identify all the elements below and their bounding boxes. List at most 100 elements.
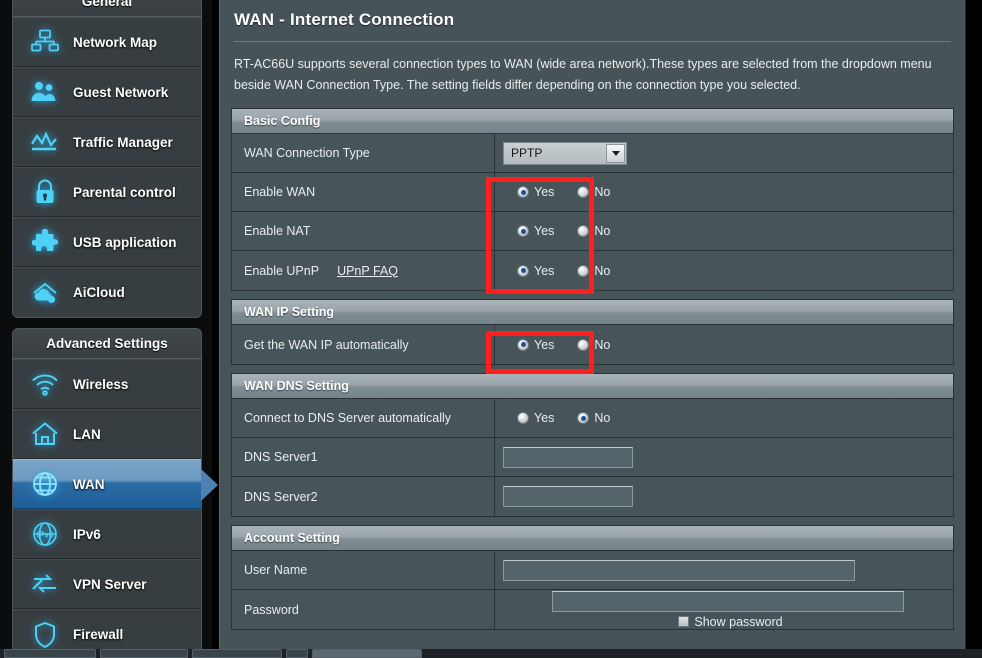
sidebar-group-advanced-title: Advanced Settings	[13, 329, 201, 359]
wan-connection-type-value: PPTP	[511, 146, 543, 160]
upnp-faq-link[interactable]: UPnP FAQ	[337, 264, 398, 278]
sidebar-item-label: Traffic Manager	[73, 134, 173, 150]
taskbar-button[interactable]	[100, 649, 188, 658]
main-content: WAN - Internet Connection RT-AC66U suppo…	[219, 0, 966, 658]
enable-nat-yes-radio[interactable]: Yes	[512, 224, 554, 238]
ipv6-icon: IPv6	[25, 514, 65, 554]
row-dns-server2: DNS Server2	[232, 477, 953, 516]
row-label: Password	[232, 590, 495, 629]
wan-connection-type-select[interactable]: PPTP	[503, 141, 627, 165]
sidebar-item-aicloud[interactable]: AiCloud	[13, 267, 201, 317]
radio-label: Yes	[534, 411, 555, 425]
row-dns-server1: DNS Server1	[232, 438, 953, 477]
vpn-server-icon	[25, 564, 65, 604]
svg-text:IPv6: IPv6	[37, 531, 54, 540]
chevron-down-icon[interactable]	[606, 143, 625, 163]
row-label: Enable WAN	[232, 173, 495, 211]
wireless-icon	[25, 364, 65, 404]
row-user-name: User Name	[232, 551, 953, 590]
sidebar-item-label: VPN Server	[73, 576, 147, 592]
sidebar-item-label: USB application	[73, 234, 177, 250]
section-heading: WAN DNS Setting	[232, 374, 953, 399]
sidebar-item-label: Network Map	[73, 34, 158, 50]
page-title: WAN - Internet Connection	[234, 10, 455, 29]
row-enable-upnp: Enable UPnP UPnP FAQ Yes No	[232, 251, 953, 290]
sidebar-item-vpn-server[interactable]: VPN Server	[13, 559, 201, 609]
section-heading: Account Setting	[232, 526, 953, 551]
enable-wan-radio-group: Yes No	[503, 185, 610, 199]
sidebar-group-advanced: Advanced Settings Wireless LAN WAN IPv6 …	[12, 328, 218, 658]
row-label: User Name	[232, 551, 495, 589]
sidebar-item-wireless[interactable]: Wireless	[13, 359, 201, 409]
sidebar-item-lan[interactable]: LAN	[13, 409, 201, 459]
user-name-input[interactable]	[503, 559, 855, 581]
radio-dot-icon	[517, 412, 529, 424]
sidebar-item-label: Guest Network	[73, 84, 169, 100]
radio-dot-icon	[577, 338, 590, 351]
section-heading: WAN IP Setting	[232, 300, 953, 325]
lan-icon	[25, 414, 65, 454]
dns-server1-input[interactable]	[503, 446, 633, 468]
enable-nat-no-radio[interactable]: No	[572, 224, 610, 238]
sidebar-item-label: Wireless	[73, 376, 129, 392]
row-enable-nat: Enable NAT Yes No	[232, 212, 953, 251]
taskbar-button[interactable]	[192, 649, 282, 658]
page-description: RT-AC66U supports several connection typ…	[234, 57, 932, 92]
enable-upnp-yes-radio[interactable]: Yes	[512, 264, 554, 278]
row-get-wan-ip-automatically: Get the WAN IP automatically Yes No	[232, 325, 953, 364]
active-indicator-arrow	[201, 469, 218, 501]
get-wan-ip-radio-group: Yes No	[503, 338, 610, 352]
sidebar-item-ipv6[interactable]: IPv6 IPv6	[13, 509, 201, 559]
radio-label: No	[594, 263, 611, 278]
radio-label: Yes	[534, 185, 555, 199]
row-connect-dns-automatically: Connect to DNS Server automatically Yes …	[232, 399, 953, 438]
parental-control-icon	[25, 172, 65, 212]
row-label: Enable NAT	[232, 212, 495, 250]
show-password-row[interactable]: Show password	[673, 615, 783, 629]
sidebar-item-label: Firewall	[73, 627, 124, 642]
section-wan-ip-setting: WAN IP Setting Get the WAN IP automatica…	[231, 299, 954, 365]
radio-label: Yes	[534, 263, 555, 278]
sidebar-item-parental-control[interactable]: Parental control	[13, 167, 201, 217]
radio-dot-icon	[577, 412, 590, 424]
sidebar-item-network-map[interactable]: Network Map	[13, 17, 201, 67]
connect-dns-no-radio[interactable]: No	[572, 411, 610, 425]
radio-dot-icon	[577, 264, 590, 277]
radio-label: No	[594, 185, 611, 199]
row-label: Connect to DNS Server automatically	[232, 399, 495, 437]
enable-nat-radio-group: Yes No	[503, 224, 610, 238]
radio-label: Yes	[534, 337, 555, 352]
sidebar-item-guest-network[interactable]: Guest Network	[13, 67, 201, 117]
get-wan-ip-no-radio[interactable]: No	[572, 338, 610, 352]
sidebar-group-general: General Network Map Guest Network Traffi…	[12, 0, 202, 318]
taskbar-button[interactable]	[286, 649, 308, 658]
show-password-checkbox[interactable]	[678, 616, 690, 627]
enable-upnp-no-radio[interactable]: No	[572, 264, 610, 278]
dns-server2-input[interactable]	[503, 486, 633, 507]
enable-wan-no-radio[interactable]: No	[572, 185, 610, 199]
sidebar-item-wan[interactable]: WAN	[13, 459, 218, 509]
enable-upnp-radio-group: Yes No	[503, 264, 610, 278]
section-account-setting: Account Setting User Name Password Show …	[231, 525, 954, 630]
radio-label: Yes	[534, 224, 555, 238]
radio-dot-icon	[517, 225, 529, 237]
taskbar	[0, 649, 982, 658]
radio-dot-icon	[517, 264, 529, 277]
taskbar-button[interactable]	[4, 649, 96, 658]
section-wan-dns-setting: WAN DNS Setting Connect to DNS Server au…	[231, 373, 954, 517]
password-input[interactable]	[552, 590, 904, 612]
taskbar-button-active[interactable]	[312, 649, 422, 658]
sidebar-item-label: WAN	[73, 476, 105, 492]
connect-dns-radio-group: Yes No	[503, 411, 610, 425]
connect-dns-yes-radio[interactable]: Yes	[512, 411, 554, 425]
radio-label: No	[594, 224, 611, 238]
get-wan-ip-yes-radio[interactable]: Yes	[512, 338, 554, 352]
enable-wan-yes-radio[interactable]: Yes	[512, 185, 554, 199]
sidebar-item-traffic-manager[interactable]: Traffic Manager	[13, 117, 201, 167]
aicloud-icon	[25, 273, 65, 313]
sidebar-item-usb-application[interactable]: USB application	[13, 217, 201, 267]
radio-label: No	[594, 337, 611, 352]
sidebar-item-label: AiCloud	[73, 285, 125, 300]
radio-label: No	[594, 411, 611, 425]
row-label: WAN Connection Type	[232, 134, 495, 172]
